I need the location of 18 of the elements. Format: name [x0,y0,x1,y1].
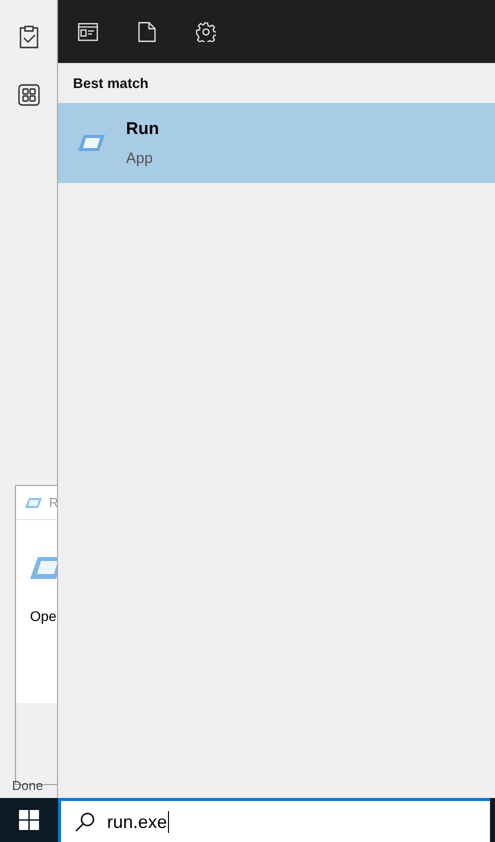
windows-icon [19,810,39,830]
result-title: Run [126,118,160,140]
result-item[interactable]: Run App [58,103,495,183]
settings-icon[interactable] [196,22,216,42]
search-text: run.exe [107,810,170,832]
result-subtitle: App [126,148,154,168]
layout-icon[interactable] [78,22,98,40]
run-icon [25,496,43,508]
clipboard-check-icon[interactable] [18,25,38,49]
window-title: R [49,494,58,512]
grid-icon[interactable] [18,84,40,106]
run-icon [78,134,106,152]
dialog-text: Ope [30,607,58,626]
search-box[interactable]: run.exe [58,798,490,842]
document-icon[interactable] [138,22,156,42]
status-text: Done [12,777,44,795]
section-heading: Best match [72,74,150,92]
search-icon [75,812,95,832]
